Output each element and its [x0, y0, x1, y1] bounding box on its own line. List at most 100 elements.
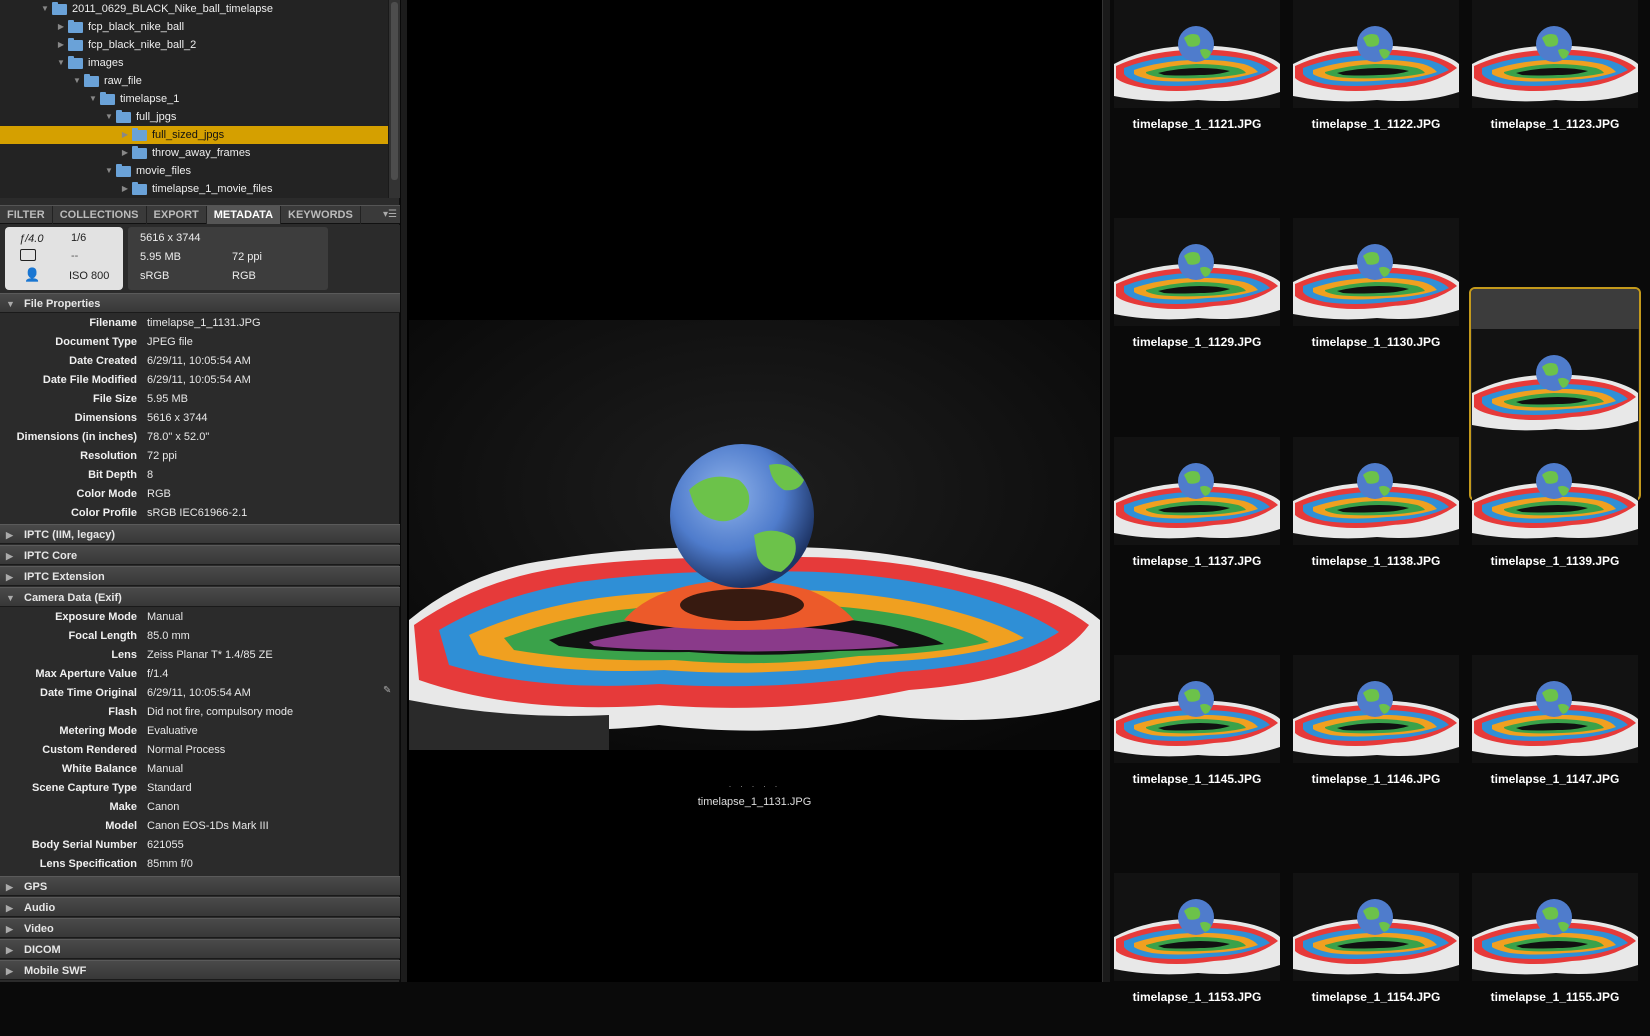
disclosure-closed-icon[interactable]: ▶ [120, 180, 130, 198]
tree-item-movie-files-sub[interactable]: ▶ timelapse_1_movie_files [0, 180, 388, 198]
tree-item-raw-file[interactable]: ▼ raw_file [0, 72, 388, 90]
thumbnail-image[interactable] [1472, 655, 1638, 763]
section-file-properties[interactable]: ▼ File Properties [0, 293, 400, 313]
thumbnail-cell[interactable]: timelapse_1_1153.JPG [1111, 818, 1283, 1036]
thumbnail-cell[interactable]: timelapse_1_1139.JPG [1469, 382, 1641, 600]
metadata-value[interactable]: f/1.4 [147, 665, 168, 684]
tree-item-full-sized-jpgs[interactable]: ▶ full_sized_jpgs [0, 126, 388, 144]
metadata-value[interactable]: 72 ppi [147, 447, 177, 466]
thumbnail-image[interactable] [1293, 437, 1459, 545]
preview-image[interactable] [409, 320, 1100, 750]
metadata-value[interactable]: 5.95 MB [147, 390, 188, 409]
section-camera-data[interactable]: ▼ Camera Data (Exif) [0, 587, 400, 607]
metadata-value[interactable]: Canon [147, 798, 179, 817]
panel-menu-icon[interactable]: ▾☰ [380, 206, 400, 223]
thumbnail-cell[interactable]: timelapse_1_1147.JPG [1469, 600, 1641, 818]
thumbnail-image[interactable] [1293, 873, 1459, 981]
thumbnail-cell[interactable]: timelapse_1_1155.JPG [1469, 818, 1641, 1036]
metadata-value[interactable]: 85mm f/0 [147, 855, 193, 874]
disclosure-open-icon[interactable]: ▼ [88, 90, 98, 108]
tab-filter[interactable]: FILTER [0, 206, 53, 224]
thumbnail-image[interactable] [1114, 655, 1280, 763]
metadata-value[interactable]: Evaluative [147, 722, 198, 741]
disclosure-open-icon[interactable]: ▼ [56, 54, 66, 72]
thumbnail-image[interactable] [1114, 218, 1280, 326]
thumbnail-image[interactable] [1472, 873, 1638, 981]
metadata-value[interactable]: 5616 x 3744 [147, 409, 208, 428]
tab-keywords[interactable]: KEYWORDS [281, 206, 361, 224]
preview-rating-dots[interactable]: · · · · · [407, 781, 1102, 791]
thumbnail-filename: timelapse_1_1154.JPG [1311, 990, 1441, 1004]
metadata-value[interactable]: timelapse_1_1131.JPG [147, 314, 261, 333]
thumbnail-cell[interactable]: timelapse_1_1138.JPG [1290, 382, 1462, 600]
metadata-value[interactable]: 6/29/11, 10:05:54 AM [147, 684, 251, 703]
disclosure-open-icon[interactable]: ▼ [40, 0, 50, 18]
tab-export[interactable]: EXPORT [147, 206, 207, 224]
section-mobile-swf[interactable]: ▶ Mobile SWF [0, 960, 400, 980]
tree-item-fcp-2[interactable]: ▶ fcp_black_nike_ball_2 [0, 36, 388, 54]
folder-tree[interactable]: ▼ 2011_0629_BLACK_Nike_ball_timelapse ▶ fcp… [0, 0, 400, 198]
metadata-value[interactable]: Manual [147, 608, 183, 627]
section-gps[interactable]: ▶ GPS [0, 876, 400, 896]
thumbnail-image[interactable] [1293, 0, 1459, 108]
disclosure-closed-icon[interactable]: ▶ [120, 144, 130, 162]
thumbnail-image[interactable] [1114, 0, 1280, 108]
disclosure-closed-icon[interactable]: ▶ [120, 126, 130, 144]
section-iptc-legacy[interactable]: ▶ IPTC (IIM, legacy) [0, 524, 400, 544]
section-iptc-core[interactable]: ▶ IPTC Core [0, 545, 400, 565]
disclosure-open-icon[interactable]: ▼ [72, 72, 82, 90]
panel-splitter-right[interactable] [1102, 0, 1111, 982]
thumbnail-image[interactable] [1114, 437, 1280, 545]
metadata-value[interactable]: Canon EOS-1Ds Mark III [147, 817, 269, 836]
thumbnail-image[interactable] [1293, 218, 1459, 326]
metadata-value[interactable]: 78.0" x 52.0" [147, 428, 209, 447]
thumbnail-cell[interactable]: timelapse_1_1145.JPG [1111, 600, 1283, 818]
metadata-value[interactable]: 85.0 mm [147, 627, 190, 646]
tree-item-timelapse-1[interactable]: ▼ timelapse_1 [0, 90, 388, 108]
metadata-value[interactable]: 6/29/11, 10:05:54 AM [147, 352, 251, 371]
disclosure-open-icon[interactable]: ▼ [104, 108, 114, 126]
thumbnail-image[interactable] [1472, 0, 1638, 108]
section-audio[interactable]: ▶ Audio [0, 897, 400, 917]
scrollbar-thumb[interactable] [391, 2, 398, 180]
thumbnail-image[interactable] [1472, 437, 1638, 545]
tree-item-throw-away-frames[interactable]: ▶ throw_away_frames [0, 144, 388, 162]
thumbnail-cell[interactable]: timelapse_1_1122.JPG [1290, 0, 1462, 163]
disclosure-closed-icon[interactable]: ▶ [56, 36, 66, 54]
metadata-value[interactable]: Manual [147, 760, 183, 779]
metadata-value[interactable]: 621055 [147, 836, 184, 855]
thumbnail-image[interactable] [1293, 655, 1459, 763]
metadata-value[interactable]: sRGB IEC61966-2.1 [147, 504, 247, 523]
tree-item-full-jpgs[interactable]: ▼ full_jpgs [0, 108, 388, 126]
metadata-value[interactable]: 6/29/11, 10:05:54 AM [147, 371, 251, 390]
metadata-value[interactable]: 8 [147, 466, 153, 485]
tree-scrollbar[interactable] [388, 0, 400, 198]
metadata-value[interactable]: Did not fire, compulsory mode [147, 703, 293, 722]
metadata-value[interactable]: Zeiss Planar T* 1.4/85 ZE [147, 646, 273, 665]
thumbnail-cell[interactable]: timelapse_1_1121.JPG [1111, 0, 1283, 163]
edit-pencil-icon[interactable]: ✎ [383, 685, 391, 696]
metadata-value[interactable]: RGB [147, 485, 171, 504]
metadata-value[interactable]: Normal Process [147, 741, 225, 760]
thumbnail-cell[interactable]: timelapse_1_1154.JPG [1290, 818, 1462, 1036]
metadata-value[interactable]: JPEG file [147, 333, 193, 352]
tree-item-images[interactable]: ▼ images [0, 54, 388, 72]
thumbnail-filename: timelapse_1_1145.JPG [1132, 772, 1262, 786]
metadata-value[interactable]: Standard [147, 779, 192, 798]
tree-item-fcp-1[interactable]: ▶ fcp_black_nike_ball [0, 18, 388, 36]
thumbnail-image[interactable] [1114, 873, 1280, 981]
tree-item-root[interactable]: ▼ 2011_0629_BLACK_Nike_ball_timelapse [0, 0, 388, 18]
section-iptc-extension[interactable]: ▶ IPTC Extension [0, 566, 400, 586]
thumbnail-cell[interactable]: timelapse_1_1123.JPG [1469, 0, 1641, 163]
section-video[interactable]: ▶ Video [0, 918, 400, 938]
tree-item-movie-files[interactable]: ▼ movie_files [0, 162, 388, 180]
tab-metadata[interactable]: METADATA [206, 206, 282, 224]
disclosure-closed-icon[interactable]: ▶ [56, 18, 66, 36]
thumbnail-cell[interactable]: timelapse_1_1137.JPG [1111, 382, 1283, 600]
disclosure-open-icon[interactable]: ▼ [104, 162, 114, 180]
thumbnail-cell[interactable]: timelapse_1_1130.JPG [1290, 163, 1462, 381]
section-dicom[interactable]: ▶ DICOM [0, 939, 400, 959]
thumbnail-cell[interactable]: timelapse_1_1146.JPG [1290, 600, 1462, 818]
thumbnail-cell[interactable]: timelapse_1_1129.JPG [1111, 163, 1283, 381]
tab-collections[interactable]: COLLECTIONS [53, 206, 147, 224]
